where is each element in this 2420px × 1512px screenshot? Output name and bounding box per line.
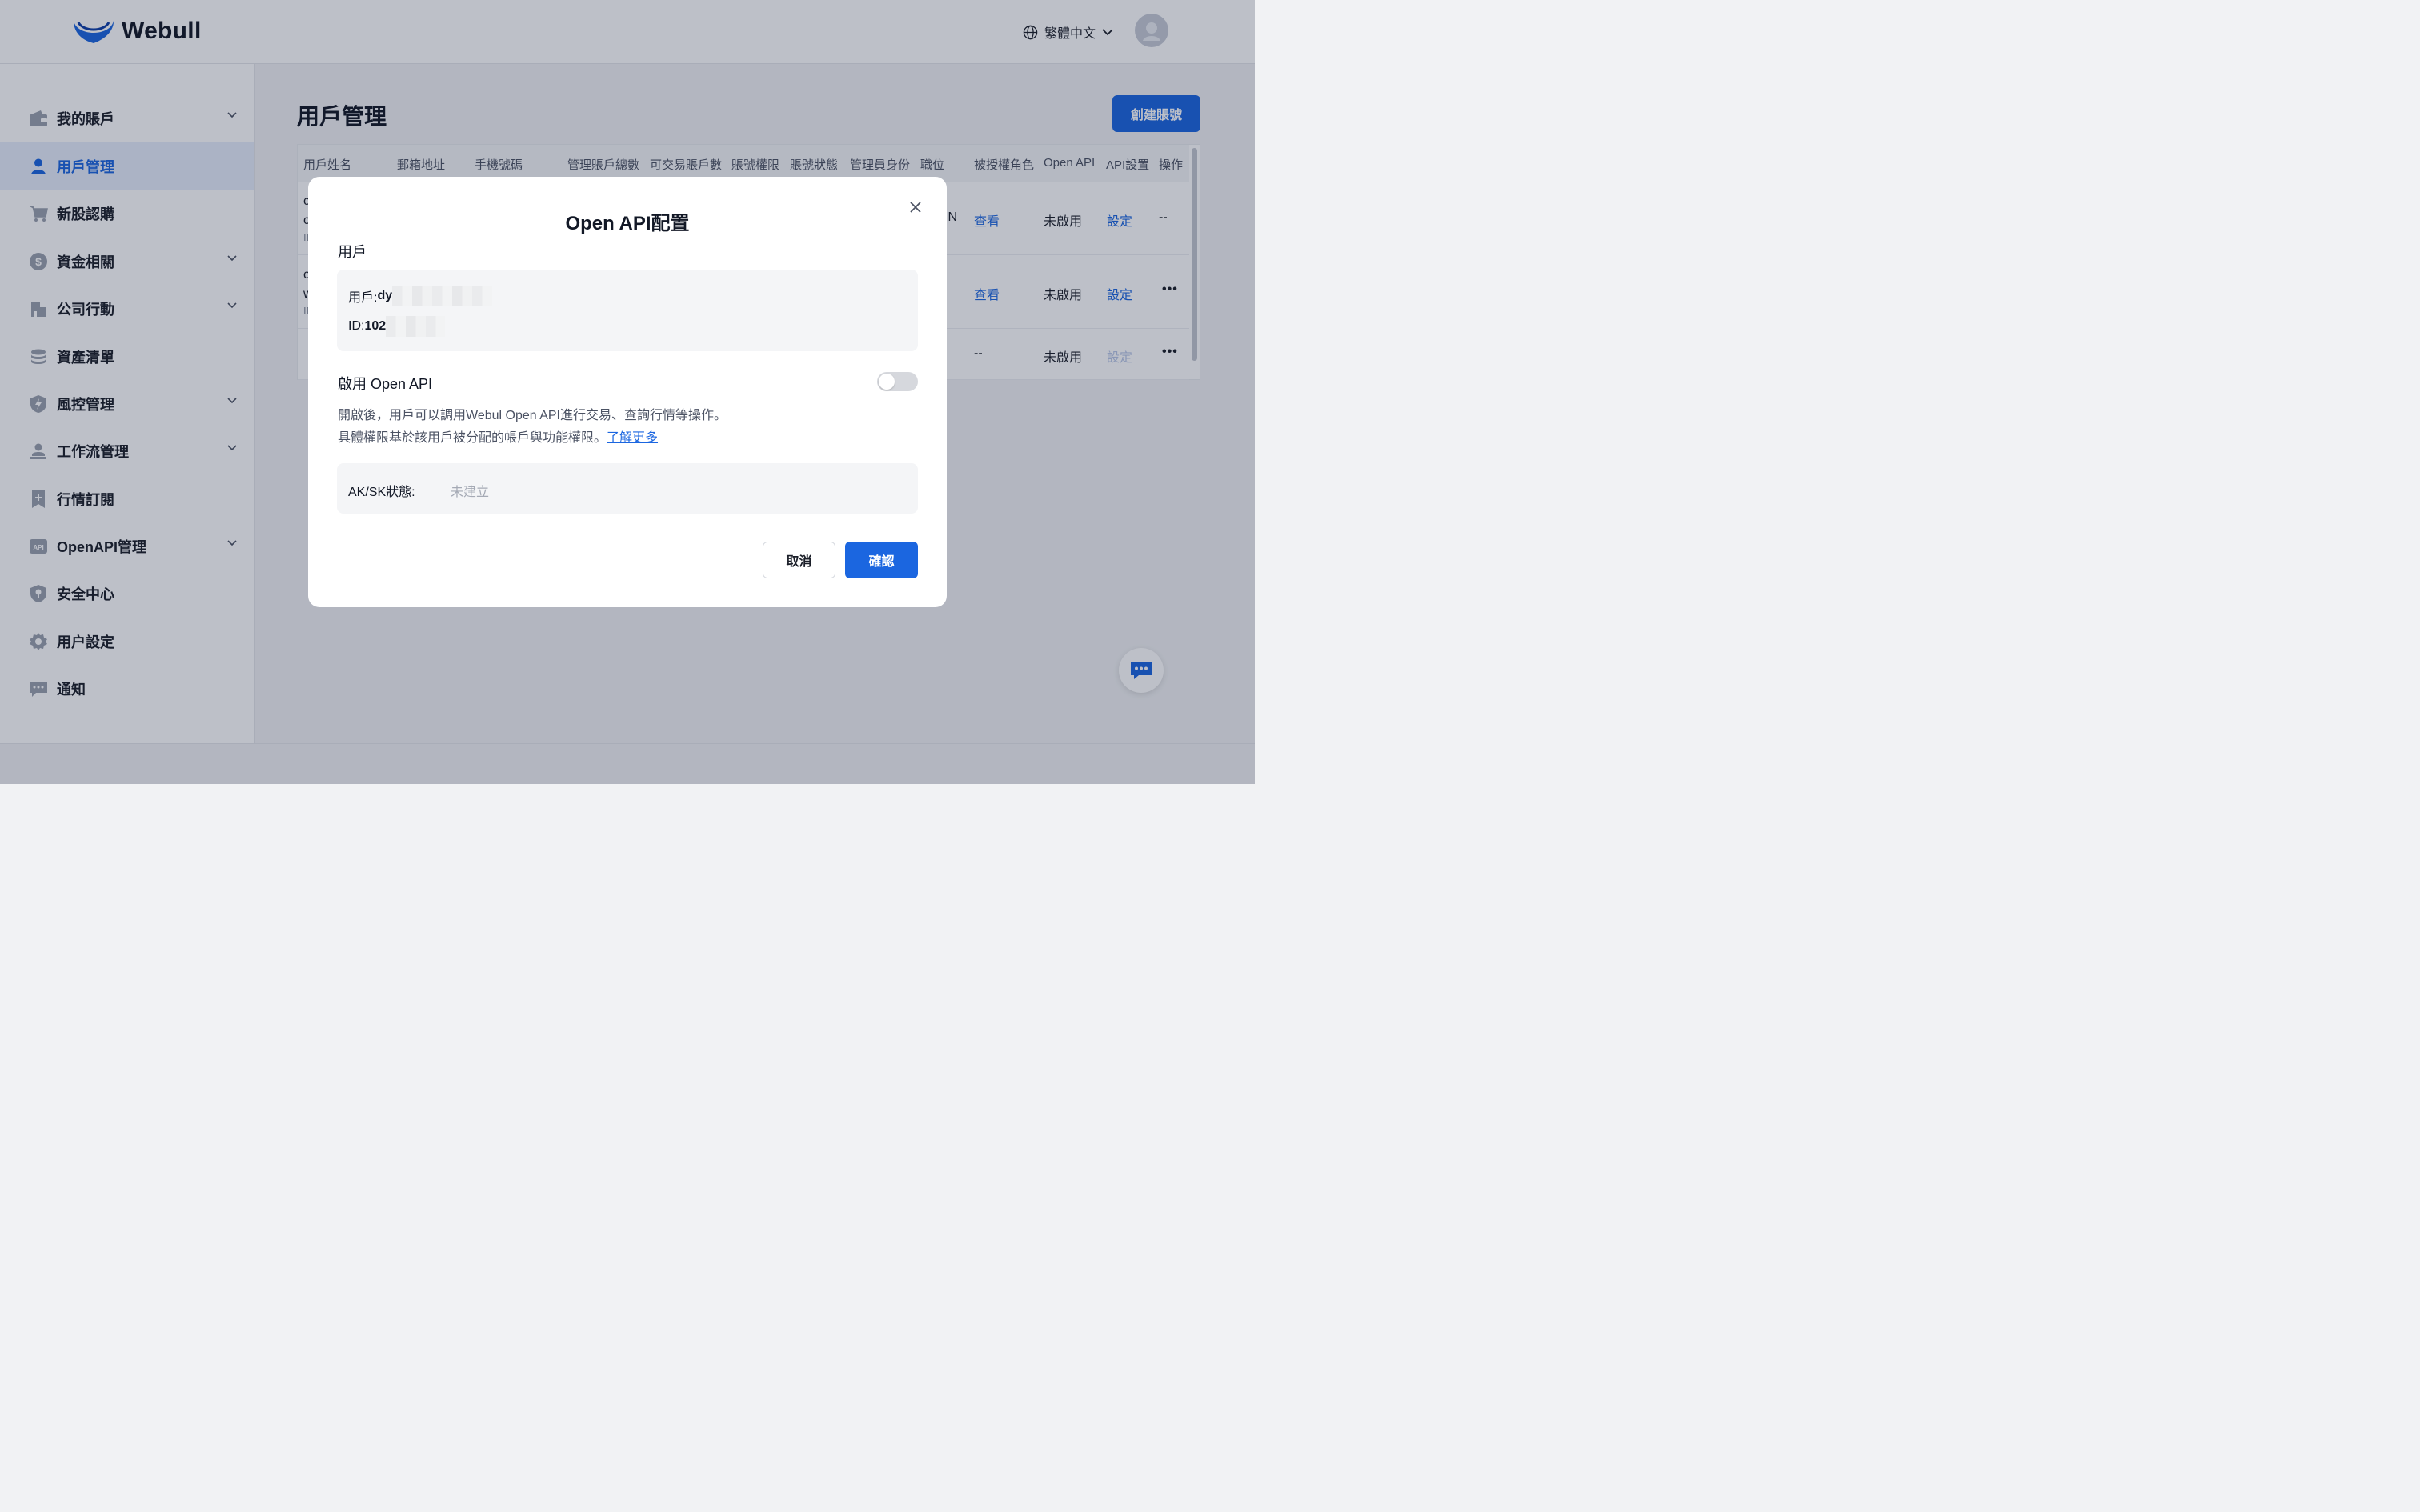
toggle-knob [879,374,895,390]
description-line-1: 開啟後，用戶可以調用Webul Open API進行交易、查詢行情等操作。 [338,409,727,422]
user-prefix: 用戶: [348,291,378,305]
learn-more-link[interactable]: 了解更多 [607,431,658,445]
id-value: 102 [364,319,387,333]
ak-sk-status-value: 未建立 [451,486,490,499]
user-value: dy [377,289,393,302]
description-line-2: 具體權限基於該用戶被分配的帳戶與功能權限。了解更多 [338,426,658,446]
redacted-block [392,286,493,306]
user-section-label: 用戶 [338,244,367,260]
dialog-title: Open API配置 [565,213,690,234]
open-api-config-dialog: Open API配置 用戶 用戶: dy ID: 102 啟用 Open API … [308,177,947,607]
ak-sk-status-label: AK/SK狀態: [348,486,415,499]
cancel-button[interactable]: 取消 [763,542,835,578]
user-name-line: 用戶: dy [348,286,493,306]
id-prefix: ID: [348,319,365,333]
ak-sk-status-box: AK/SK狀態: 未建立 [337,463,918,514]
user-id-line: ID: 102 [348,316,446,337]
close-icon[interactable] [907,198,924,216]
enable-open-api-label: 啟用 Open API [338,376,433,392]
open-api-toggle[interactable] [877,372,918,391]
app-root: Webull 繁體中文 我的賬戶 用戶管理 新股認購 $ 資金相關 公司行動 資… [0,0,1255,784]
confirm-button[interactable]: 確認 [845,542,918,578]
description-text: 具體權限基於該用戶被分配的帳戶與功能權限。 [338,431,607,445]
redacted-block [386,316,446,337]
user-info-box: 用戶: dy ID: 102 [337,270,918,351]
